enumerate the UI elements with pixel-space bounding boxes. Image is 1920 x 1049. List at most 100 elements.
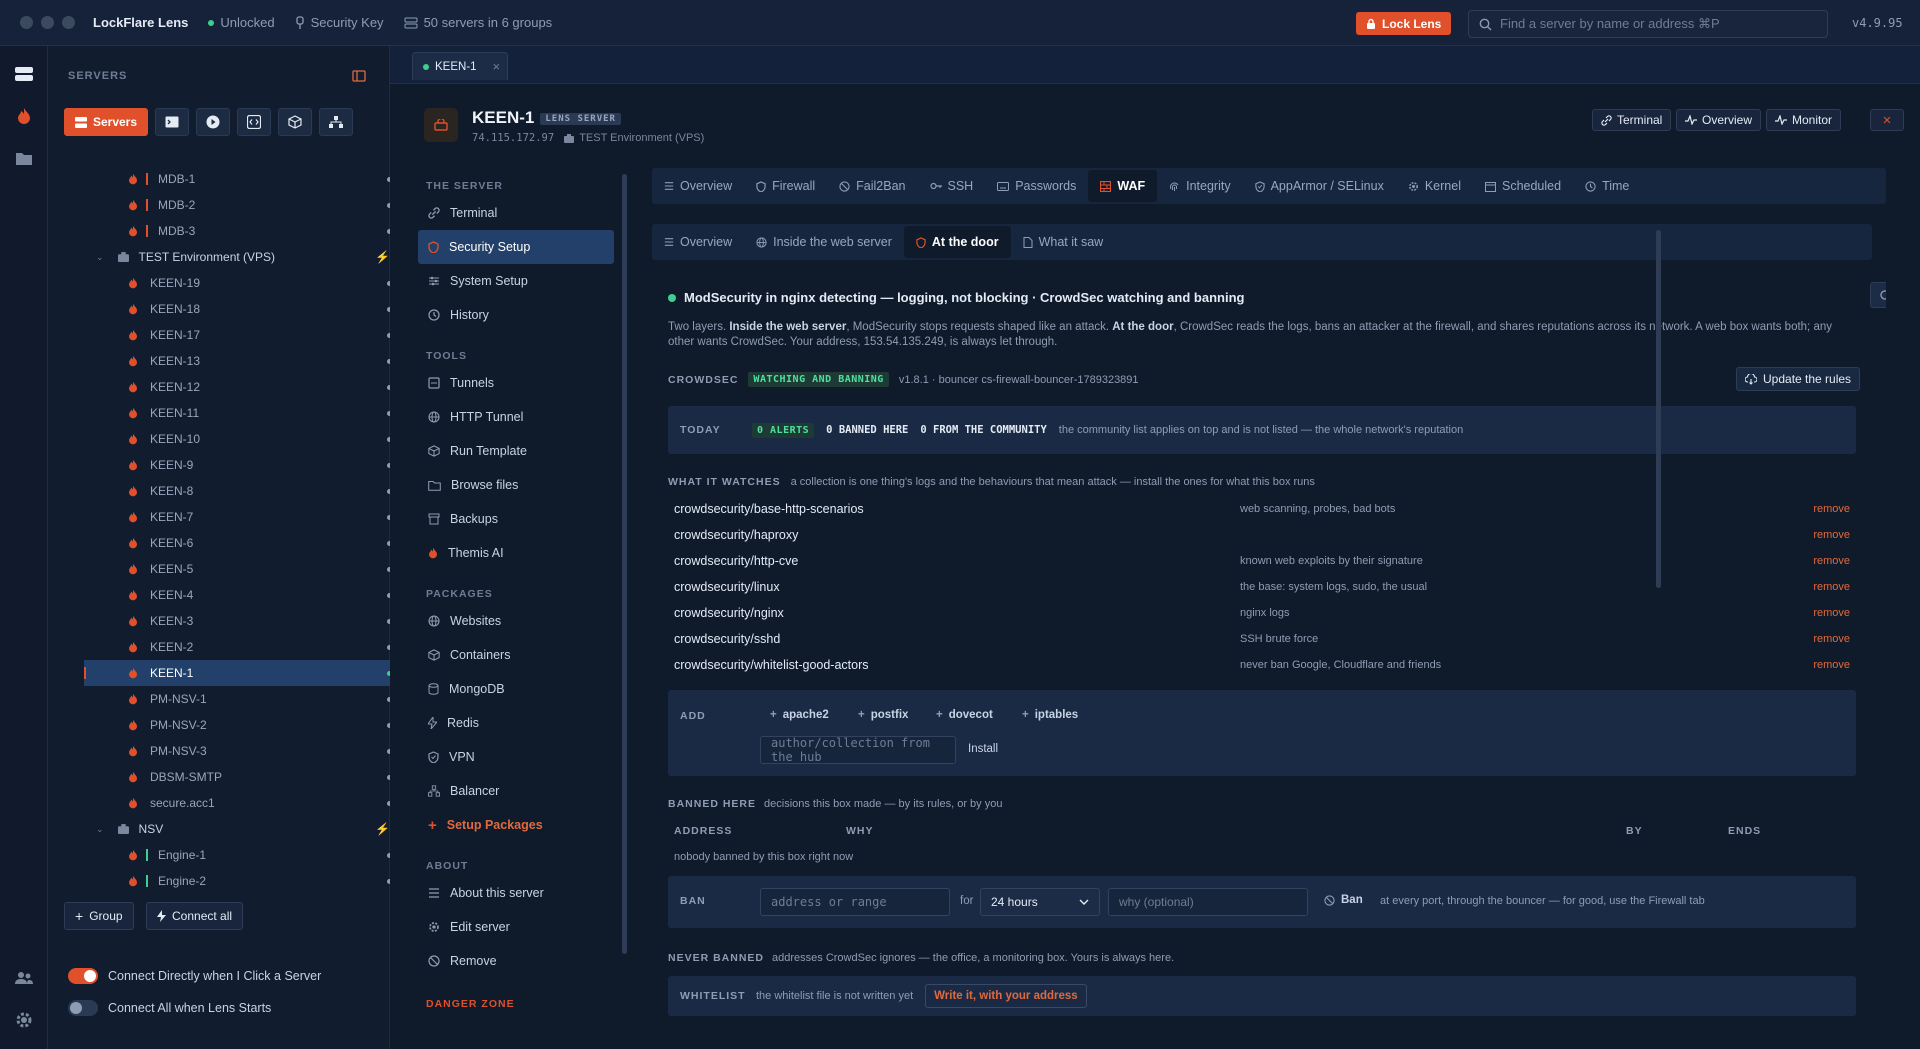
nav-setup-packages[interactable]: + Setup Packages (418, 808, 614, 842)
server-item[interactable]: Engine-1 (84, 842, 408, 868)
server-group[interactable]: ⌄ TEST Environment (VPS) ⚡ (84, 244, 408, 270)
package-view-tab[interactable] (278, 108, 312, 136)
window-close-button[interactable] (20, 16, 33, 29)
collection-input[interactable]: author/collection from the hub (760, 736, 956, 764)
close-server-button[interactable]: × (1870, 109, 1904, 131)
server-item[interactable]: MDB-2 (84, 192, 408, 218)
tab-kernel[interactable]: Kernel (1396, 170, 1473, 202)
nav-themis-ai[interactable]: Themis AI (418, 536, 614, 570)
nav-http-tunnel[interactable]: HTTP Tunnel (418, 400, 614, 434)
settings-gear-icon[interactable] (12, 1008, 36, 1032)
server-item[interactable]: KEEN-12 (84, 374, 408, 400)
server-item[interactable]: KEEN-1 (84, 660, 408, 686)
server-item[interactable]: secure.acc1 (84, 790, 408, 816)
subtab-inside-web-server[interactable]: Inside the web server (744, 226, 904, 258)
window-minimize-button[interactable] (41, 16, 54, 29)
tab-keen-1[interactable]: KEEN-1 × (412, 52, 508, 80)
nav-mongodb[interactable]: MongoDB (418, 672, 614, 706)
tab-fail2ban[interactable]: Fail2Ban (827, 170, 917, 202)
server-item[interactable]: MDB-1 (84, 166, 408, 192)
servers-rail-icon[interactable] (12, 62, 36, 86)
terminal-view-tab[interactable] (155, 108, 189, 136)
header-overview-button[interactable]: Overview (1676, 109, 1762, 131)
server-item[interactable]: KEEN-7 (84, 504, 408, 530)
panel-scrollbar[interactable] (1656, 230, 1661, 588)
server-item[interactable]: KEEN-2 (84, 634, 408, 660)
collapse-sidebar-icon[interactable] (352, 70, 366, 82)
server-item[interactable]: KEEN-3 (84, 608, 408, 634)
users-rail-icon[interactable] (12, 966, 36, 990)
remove-collection-link[interactable]: remove (1813, 659, 1850, 671)
server-item[interactable]: KEEN-5 (84, 556, 408, 582)
tab-integrity[interactable]: Integrity (1157, 170, 1242, 202)
nav-containers[interactable]: Containers (418, 638, 614, 672)
nav-scrollbar[interactable] (622, 174, 627, 954)
server-item[interactable]: KEEN-8 (84, 478, 408, 504)
add-dovecot-chip[interactable]: + dovecot (936, 709, 993, 721)
ban-button[interactable]: Ban (1324, 894, 1363, 906)
ban-reason-input[interactable]: why (optional) (1108, 888, 1308, 916)
server-item[interactable]: MDB-3 (84, 218, 408, 244)
nav-security-setup[interactable]: Security Setup (418, 230, 614, 264)
add-apache2-chip[interactable]: + apache2 (770, 709, 829, 721)
nav-redis[interactable]: Redis (418, 706, 614, 740)
remove-collection-link[interactable]: remove (1813, 607, 1850, 619)
tab-waf[interactable]: WAF (1088, 170, 1158, 202)
refresh-button[interactable] (1870, 282, 1886, 308)
server-item[interactable]: KEEN-9 (84, 452, 408, 478)
server-item[interactable]: KEEN-10 (84, 426, 408, 452)
connect-group-bolt-icon[interactable]: ⚡ (375, 822, 390, 836)
folder-rail-icon[interactable] (12, 146, 36, 170)
server-item[interactable]: KEEN-18 (84, 296, 408, 322)
tab-firewall[interactable]: Firewall (744, 170, 827, 202)
nav-tunnels[interactable]: Tunnels (418, 366, 614, 400)
server-search-input[interactable]: Find a server by name or address ⌘P (1468, 10, 1828, 38)
nav-browse-files[interactable]: Browse files (418, 468, 614, 502)
subtab-what-it-saw[interactable]: What it saw (1011, 226, 1116, 258)
server-item[interactable]: KEEN-6 (84, 530, 408, 556)
nav-backups[interactable]: Backups (418, 502, 614, 536)
code-view-tab[interactable] (237, 108, 271, 136)
subtab-overview[interactable]: Overview (652, 226, 744, 258)
connect-directly-toggle[interactable] (68, 968, 98, 984)
server-item[interactable]: KEEN-11 (84, 400, 408, 426)
add-postfix-chip[interactable]: + postfix (858, 709, 908, 721)
nav-websites[interactable]: Websites (418, 604, 614, 638)
nav-remove[interactable]: Remove (418, 944, 614, 978)
nav-run-template[interactable]: Run Template (418, 434, 614, 468)
server-item[interactable]: Engine-2 (84, 868, 408, 894)
remove-collection-link[interactable]: remove (1813, 555, 1850, 567)
remove-collection-link[interactable]: remove (1813, 529, 1850, 541)
nav-history[interactable]: History (418, 298, 614, 332)
tab-scheduled[interactable]: Scheduled (1473, 170, 1573, 202)
window-maximize-button[interactable] (62, 16, 75, 29)
nav-vpn[interactable]: VPN (418, 740, 614, 774)
update-rules-button[interactable]: Update the rules (1736, 367, 1861, 391)
ban-address-input[interactable]: address or range (760, 888, 950, 916)
subtab-at-the-door[interactable]: At the door (903, 226, 1011, 258)
tab-apparmor[interactable]: AppArmor / SELinux (1243, 170, 1396, 202)
header-terminal-button[interactable]: Terminal (1592, 109, 1672, 131)
server-item[interactable]: KEEN-17 (84, 322, 408, 348)
write-whitelist-button[interactable]: Write it, with your address (925, 984, 1087, 1008)
server-item[interactable]: DBSM-SMTP (84, 764, 408, 790)
remove-collection-link[interactable]: remove (1813, 503, 1850, 515)
servers-view-tab[interactable]: Servers (64, 108, 148, 136)
lock-lens-button[interactable]: Lock Lens (1356, 12, 1452, 35)
server-item[interactable]: PM-NSV-2 (84, 712, 408, 738)
header-monitor-button[interactable]: Monitor (1766, 109, 1842, 131)
remove-collection-link[interactable]: remove (1813, 581, 1850, 593)
ban-duration-select[interactable]: 24 hours (980, 888, 1100, 916)
server-item[interactable]: KEEN-4 (84, 582, 408, 608)
server-group[interactable]: ⌄ NSV ⚡ (84, 816, 408, 842)
connect-all-on-start-toggle[interactable] (68, 1000, 98, 1016)
server-item[interactable]: PM-NSV-3 (84, 738, 408, 764)
add-group-button[interactable]: + Group (64, 902, 134, 930)
tab-time[interactable]: Time (1573, 170, 1641, 202)
nav-terminal[interactable]: Terminal (418, 196, 614, 230)
remove-collection-link[interactable]: remove (1813, 633, 1850, 645)
nav-edit-server[interactable]: Edit server (418, 910, 614, 944)
nav-about-server[interactable]: About this server (418, 876, 614, 910)
network-view-tab[interactable] (319, 108, 353, 136)
add-iptables-chip[interactable]: + iptables (1022, 709, 1078, 721)
